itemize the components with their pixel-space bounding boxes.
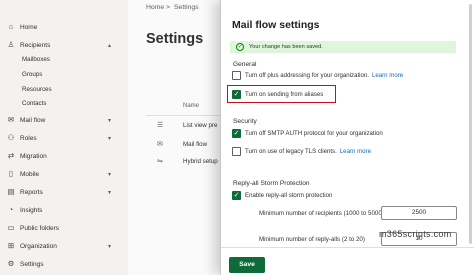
min-recipients-label: Minimum number of recipients (1000 to 50… — [259, 210, 384, 217]
section-heading-reply-all: Reply-all Storm Protection — [233, 180, 310, 187]
settings-row-list-view[interactable]: List view pre — [183, 122, 217, 129]
chevron-down-icon[interactable]: ▾ — [108, 189, 111, 196]
person-icon: ♙ — [7, 40, 15, 50]
nav-item-public-folders[interactable]: ▭ Public folders — [0, 221, 128, 235]
smtp-auth-checkbox[interactable]: ✓ — [232, 129, 241, 138]
breadcrumb-current: Settings — [174, 4, 199, 11]
chevron-up-icon[interactable]: ▴ — [108, 42, 111, 49]
breadcrumb-home[interactable]: Home — [146, 4, 164, 11]
insights-icon: ◔ — [8, 205, 14, 215]
legacy-tls-checkbox[interactable] — [232, 147, 241, 156]
left-nav: ⌂ Home ♙ Recipients ▴ Mailboxes Groups R… — [0, 0, 128, 275]
migration-icon: ⇄ — [7, 151, 15, 161]
nav-item-mobile[interactable]: ▯ Mobile ▾ — [0, 167, 128, 181]
panel-title: Mail flow settings — [232, 19, 320, 31]
nav-item-label: Mail flow — [20, 116, 46, 124]
nav-item-label: Recipients — [20, 41, 51, 49]
chevron-down-icon[interactable]: ▾ — [108, 135, 111, 142]
list-icon: ☰ — [157, 122, 164, 129]
nav-item-label: Public folders — [20, 224, 60, 232]
nav-item-label: Insights — [20, 206, 43, 214]
divider — [146, 115, 220, 116]
nav-item-mail-flow[interactable]: ✉ Mail flow ▾ — [0, 113, 128, 127]
nav-item-label: Roles — [20, 134, 37, 142]
panel-scrollbar[interactable] — [469, 4, 472, 244]
watermark: m365scripts.com — [379, 229, 452, 239]
chevron-down-icon[interactable]: ▾ — [108, 171, 111, 178]
learn-more-link[interactable]: Learn more — [372, 72, 403, 79]
footer-divider — [221, 247, 474, 248]
mail-icon: ✉ — [157, 141, 163, 148]
section-heading-security: Security — [233, 118, 257, 125]
nav-item-label: Organization — [20, 242, 57, 250]
organization-icon: ⊞ — [7, 241, 15, 251]
nav-subitem-groups[interactable]: Groups — [22, 71, 42, 78]
hybrid-icon: ⇋ — [157, 158, 163, 165]
roles-icon: ⚇ — [7, 133, 15, 143]
min-recipients-input[interactable]: 2500 — [381, 206, 457, 220]
reply-all-protection-label: Enable reply-all storm protection — [245, 192, 333, 199]
folder-icon: ▭ — [7, 223, 15, 233]
plus-addressing-checkbox[interactable] — [232, 71, 241, 80]
nav-item-insights[interactable]: ◔ Insights — [0, 203, 128, 217]
learn-more-link[interactable]: Learn more — [340, 148, 371, 155]
success-message: Your change has been saved. — [249, 44, 323, 50]
nav-item-settings[interactable]: ⚙ Settings — [0, 257, 128, 271]
reply-all-protection-checkbox[interactable]: ✓ — [232, 191, 241, 200]
page-title: Settings — [146, 31, 204, 47]
nav-item-organization[interactable]: ⊞ Organization ▾ — [0, 239, 128, 253]
min-reply-alls-label: Minimum number of reply-alls (2 to 20) — [259, 236, 365, 243]
mobile-icon: ▯ — [8, 169, 14, 179]
section-heading-general: General — [233, 61, 257, 68]
column-header-name[interactable]: Name — [183, 103, 199, 109]
sending-from-aliases-checkbox[interactable]: ✓ — [232, 90, 241, 99]
nav-item-label: Settings — [20, 260, 44, 268]
save-button[interactable]: Save — [229, 257, 265, 273]
home-icon: ⌂ — [8, 22, 14, 32]
checkmark-circle-icon: ✓ — [236, 43, 244, 51]
nav-subitem-resources[interactable]: Resources — [22, 86, 52, 93]
nav-item-label: Migration — [20, 152, 47, 160]
chevron-down-icon[interactable]: ▾ — [108, 243, 111, 250]
nav-item-label: Reports — [20, 188, 43, 196]
nav-item-label: Home — [20, 23, 38, 31]
settings-row-hybrid-setup[interactable]: Hybrid setup — [183, 158, 218, 165]
reports-icon: ▤ — [7, 187, 15, 197]
chevron-down-icon[interactable]: ▾ — [108, 117, 111, 124]
sending-from-aliases-label: Turn on sending from aliases — [245, 91, 324, 98]
mail-icon: ✉ — [7, 115, 15, 125]
smtp-auth-label: Turn off SMTP AUTH protocol for your org… — [245, 130, 383, 137]
nav-item-reports[interactable]: ▤ Reports ▾ — [0, 185, 128, 199]
nav-subitem-contacts[interactable]: Contacts — [22, 100, 46, 107]
settings-row-mail-flow[interactable]: Mail flow — [183, 141, 207, 148]
nav-item-recipients[interactable]: ♙ Recipients ▴ — [0, 38, 128, 52]
nav-item-label: Mobile — [20, 170, 40, 178]
nav-subitem-mailboxes[interactable]: Mailboxes — [22, 56, 50, 63]
nav-item-home[interactable]: ⌂ Home — [0, 20, 128, 34]
nav-item-migration[interactable]: ⇄ Migration — [0, 149, 128, 163]
legacy-tls-text: Turn on use of legacy TLS clients. — [245, 148, 337, 155]
legacy-tls-label: Turn on use of legacy TLS clients. Learn … — [245, 148, 371, 155]
nav-item-roles[interactable]: ⚇ Roles ▾ — [0, 131, 128, 145]
plus-addressing-text: Turn off plus addressing for your organi… — [245, 72, 369, 79]
gear-icon: ⚙ — [7, 259, 15, 269]
plus-addressing-label: Turn off plus addressing for your organi… — [245, 72, 403, 79]
breadcrumb-separator: > — [166, 4, 170, 11]
